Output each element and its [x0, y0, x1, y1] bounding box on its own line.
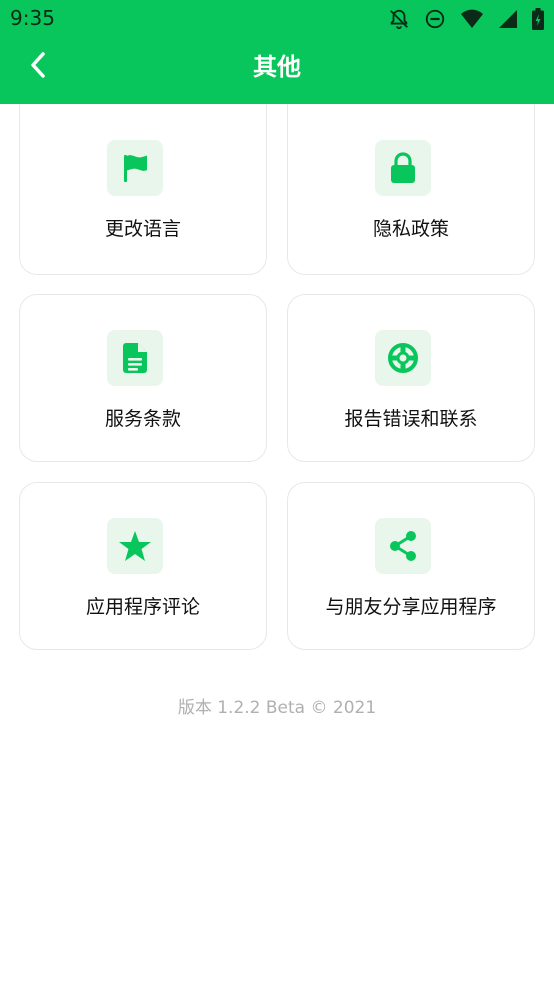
status-time: 9:35	[10, 6, 55, 30]
card-label: 更改语言	[104, 218, 181, 240]
status-bar: 9:35	[0, 0, 554, 36]
app-bar: 9:35 其他	[0, 0, 554, 104]
card-label: 与朋友分享应用程序	[325, 596, 497, 618]
card-label: 隐私政策	[372, 218, 449, 240]
notifications-off-icon	[388, 8, 410, 30]
icon-container	[375, 330, 431, 386]
icon-container	[107, 330, 163, 386]
page-title: 其他	[253, 53, 301, 81]
share-icon	[390, 531, 416, 561]
change-language-card[interactable]: 更改语言	[19, 104, 267, 275]
icon-container	[107, 140, 163, 196]
battery-icon	[532, 8, 544, 30]
status-icons	[388, 7, 544, 31]
cellular-signal-icon	[498, 9, 518, 29]
lifebuoy-icon	[388, 343, 418, 373]
app-review-card[interactable]: 应用程序评论	[19, 482, 267, 650]
wifi-icon	[460, 8, 484, 30]
icon-container	[107, 518, 163, 574]
star-icon	[119, 531, 151, 561]
card-label: 服务条款	[104, 408, 181, 430]
terms-of-service-card[interactable]: 服务条款	[19, 294, 267, 462]
card-label: 应用程序评论	[85, 596, 200, 618]
document-icon	[123, 343, 147, 373]
icon-container	[375, 518, 431, 574]
do-not-disturb-icon	[424, 8, 446, 30]
icon-container	[375, 140, 431, 196]
lock-icon	[391, 152, 415, 183]
card-label: 报告错误和联系	[344, 408, 478, 430]
flag-icon	[124, 155, 147, 182]
privacy-policy-card[interactable]: 隐私政策	[287, 104, 535, 275]
share-with-friends-card[interactable]: 与朋友分享应用程序	[287, 482, 535, 650]
version-text: 版本 1.2.2 Beta © 2021	[177, 698, 377, 718]
report-bug-contact-card[interactable]: 报告错误和联系	[287, 294, 535, 462]
